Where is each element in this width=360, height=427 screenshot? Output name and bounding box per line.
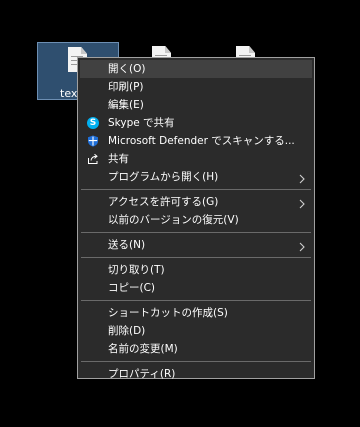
menu-separator: [81, 300, 311, 301]
menu-item-label: 開く(O): [108, 63, 146, 75]
menu-item-defender-scan[interactable]: Microsoft Defender でスキャンする...: [80, 132, 312, 150]
menu-item-label: 編集(E): [108, 99, 144, 111]
menu-item-label: Microsoft Defender でスキャンする...: [108, 135, 295, 147]
skype-icon: S: [87, 117, 99, 129]
menu-item-send-to[interactable]: 送る(N): [80, 236, 312, 254]
menu-separator: [81, 189, 311, 190]
chevron-right-icon: [299, 197, 305, 209]
menu-item-edit[interactable]: 編集(E): [80, 96, 312, 114]
menu-separator: [81, 257, 311, 258]
menu-item-copy[interactable]: コピー(C): [80, 279, 312, 297]
menu-item-label: 削除(D): [108, 325, 146, 337]
menu-item-label: 共有: [108, 153, 129, 165]
menu-item-label: 送る(N): [108, 239, 146, 251]
menu-item-label: Skype で共有: [108, 117, 175, 129]
menu-item-delete[interactable]: 削除(D): [80, 322, 312, 340]
menu-item-open[interactable]: 開く(O): [80, 60, 312, 78]
menu-item-label: ショートカットの作成(S): [108, 307, 228, 319]
defender-shield-icon: [87, 135, 99, 147]
menu-separator: [81, 232, 311, 233]
menu-item-open-with[interactable]: プログラムから開く(H): [80, 168, 312, 186]
menu-item-label: 名前の変更(M): [108, 343, 178, 355]
menu-item-label: 以前のバージョンの復元(V): [108, 214, 239, 226]
context-menu: 開く(O) 印刷(P) 編集(E) S Skype で共有 Microsoft …: [77, 57, 315, 380]
menu-item-skype-share[interactable]: S Skype で共有: [80, 114, 312, 132]
menu-item-label: 切り取り(T): [108, 264, 165, 276]
menu-separator: [81, 361, 311, 362]
menu-item-share[interactable]: 共有: [80, 150, 312, 168]
desktop: text 開く(O) 印刷(P) 編集(E) S Skype で共有 Micro…: [0, 0, 360, 427]
menu-item-restore-versions[interactable]: 以前のバージョンの復元(V): [80, 211, 312, 229]
menu-item-label: プロパティ(R): [108, 368, 176, 380]
menu-item-rename[interactable]: 名前の変更(M): [80, 340, 312, 358]
menu-item-label: アクセスを許可する(G): [108, 196, 219, 208]
menu-item-label: プログラムから開く(H): [108, 171, 219, 183]
menu-item-create-shortcut[interactable]: ショートカットの作成(S): [80, 304, 312, 322]
chevron-right-icon: [299, 240, 305, 252]
menu-item-print[interactable]: 印刷(P): [80, 78, 312, 96]
menu-item-give-access[interactable]: アクセスを許可する(G): [80, 193, 312, 211]
menu-item-label: コピー(C): [108, 282, 156, 294]
menu-item-cut[interactable]: 切り取り(T): [80, 261, 312, 279]
menu-item-label: 印刷(P): [108, 81, 144, 93]
share-icon: [87, 153, 99, 165]
menu-item-properties[interactable]: プロパティ(R): [80, 365, 312, 383]
chevron-right-icon: [299, 172, 305, 184]
